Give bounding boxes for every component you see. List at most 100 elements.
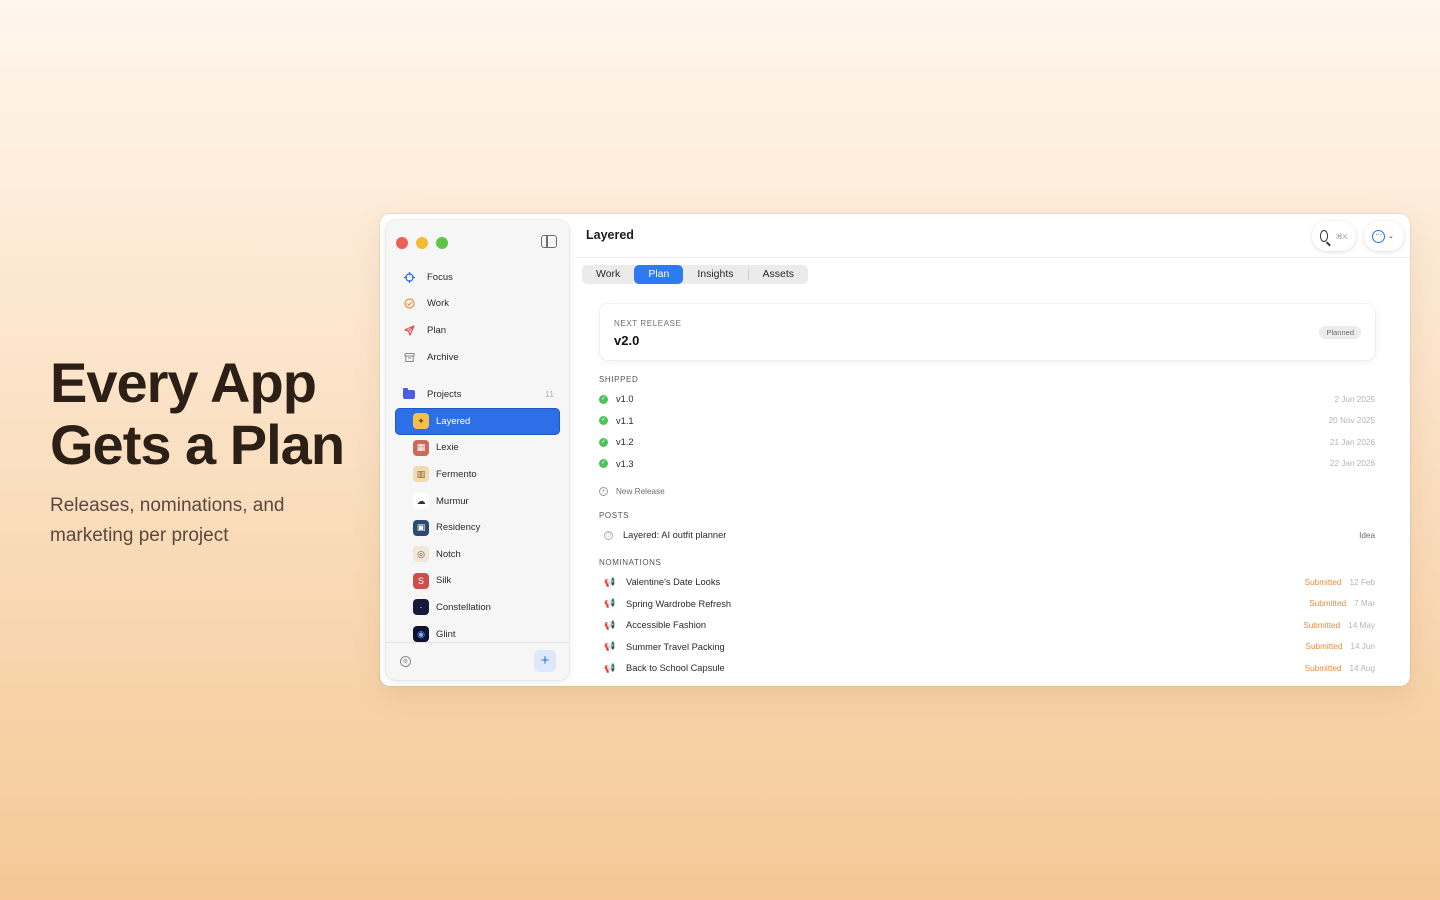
- release-date: 20 Nov 2025: [1328, 416, 1375, 425]
- projects-count: 11: [545, 389, 554, 399]
- project-item-lexie[interactable]: ▦ Lexie: [395, 435, 560, 462]
- tab-work[interactable]: Work: [582, 265, 634, 284]
- constellation-app-icon: ·: [413, 599, 429, 616]
- silk-app-icon: S: [413, 572, 429, 589]
- project-item-constellation[interactable]: · Constellation: [395, 594, 560, 621]
- sidebar-item-label: Archive: [427, 351, 459, 363]
- post-status: Idea: [1359, 530, 1375, 540]
- sidebar-item-work[interactable]: Work: [395, 291, 560, 318]
- nomination-row[interactable]: 📢 Back to School Capsule Submitted 14 Au…: [599, 658, 1375, 678]
- search-shortcut: ⌘K: [1335, 231, 1348, 241]
- project-item-layered[interactable]: ✦ Layered: [395, 408, 560, 435]
- tab-insights[interactable]: Insights: [683, 265, 747, 284]
- projects-header[interactable]: Projects 11: [395, 381, 560, 407]
- glint-app-icon: ◉: [413, 626, 429, 643]
- sidebar-item-label: Focus: [427, 271, 453, 283]
- zoom-window-button[interactable]: [436, 237, 448, 249]
- murmur-app-icon: ☁: [413, 493, 429, 510]
- next-release-card[interactable]: NEXT RELEASE v2.0 Planned: [600, 304, 1375, 360]
- folder-icon: [403, 387, 415, 399]
- sidebar-item-archive[interactable]: Archive: [395, 344, 560, 371]
- release-version: v1.0: [616, 394, 634, 404]
- main-panel: Layered ⌘K ··· ⌄ Work Plan Insights Asse…: [575, 214, 1410, 686]
- hero-subtitle: Releases, nominations, and marketing per…: [50, 495, 285, 546]
- check-icon: ✓: [599, 459, 608, 468]
- nomination-status: Submitted: [1304, 663, 1342, 673]
- nomination-status: Submitted: [1304, 577, 1342, 587]
- project-label: Layered: [436, 415, 471, 427]
- nomination-title: Accessible Fashion: [626, 620, 707, 630]
- nominations-section-label: NOMINATIONS: [599, 558, 662, 567]
- shipped-release-row[interactable]: ✓ v1.2 21 Jan 2026: [599, 432, 1375, 452]
- tab-plan[interactable]: Plan: [634, 265, 684, 284]
- sidebar-nav: Focus Work Plan Archive: [395, 264, 560, 370]
- project-label: Constellation: [436, 601, 491, 613]
- plan-content: NEXT RELEASE v2.0 Planned SHIPPED ✓ v1.0…: [583, 294, 1390, 686]
- sidebar-toggle-icon[interactable]: [541, 235, 557, 248]
- project-item-fermento[interactable]: ▥ Fermento: [395, 461, 560, 488]
- project-label: Lexie: [436, 442, 459, 454]
- check-icon: ✓: [599, 394, 608, 404]
- megaphone-icon: 📢: [604, 598, 616, 608]
- ellipsis-circle-icon: ···: [1372, 229, 1385, 243]
- notch-app-icon: ◎: [413, 546, 429, 563]
- shipped-section-label: SHIPPED: [599, 375, 639, 384]
- hero-title: Every App Gets a Plan: [50, 351, 345, 476]
- titlebar: Layered ⌘K ··· ⌄: [575, 214, 1410, 258]
- search-button[interactable]: ⌘K: [1312, 221, 1356, 251]
- projects-label: Projects: [427, 388, 462, 400]
- nomination-status: Submitted: [1305, 642, 1343, 651]
- plus-circle-icon: +: [599, 486, 608, 496]
- project-label: Silk: [436, 575, 452, 587]
- sidebar-item-label: Work: [427, 298, 449, 310]
- nomination-date: 14 Aug: [1349, 663, 1376, 673]
- posts-section-label: POSTS: [599, 511, 630, 520]
- nomination-row[interactable]: 📢 Summer Travel Packing Submitted 14 Jun: [599, 637, 1375, 657]
- project-item-silk[interactable]: S Silk: [395, 568, 560, 595]
- sidebar: Focus Work Plan Archive Projects 11 ✦ La…: [386, 220, 569, 680]
- new-release-button[interactable]: + New Release: [599, 481, 1375, 501]
- sidebar-item-plan[interactable]: Plan: [395, 317, 560, 344]
- shipped-release-row[interactable]: ✓ v1.3 22 Jan 2026: [599, 454, 1375, 474]
- project-item-residency[interactable]: ▣ Residency: [395, 514, 560, 541]
- project-item-murmur[interactable]: ☁ Murmur: [395, 488, 560, 515]
- nomination-row[interactable]: 📢 Accessible Fashion Submitted 14 May: [599, 615, 1375, 635]
- fermento-app-icon: ▥: [413, 466, 429, 483]
- nomination-title: Summer Travel Packing: [626, 641, 725, 652]
- shipped-release-row[interactable]: ✓ v1.1 20 Nov 2025: [599, 411, 1375, 431]
- close-window-button[interactable]: [396, 237, 408, 249]
- post-row[interactable]: ◷ Layered: AI outfit planner Idea: [599, 525, 1375, 545]
- project-list: ✦ Layered ▦ Lexie ▥ Fermento ☁ Murmur ▣ …: [395, 408, 560, 647]
- post-title: Layered: AI outfit planner: [623, 530, 727, 540]
- check-icon: ✓: [599, 437, 608, 447]
- shipped-release-row[interactable]: ✓ v1.0 2 Jun 2025: [599, 389, 1375, 409]
- crosshair-icon: [403, 271, 415, 283]
- status-badge: Planned: [1319, 326, 1361, 339]
- settings-icon[interactable]: ⚙: [400, 656, 411, 667]
- nomination-date: 7 Mar: [1354, 599, 1375, 608]
- project-label: Residency: [436, 522, 481, 534]
- paper-plane-icon: [403, 324, 415, 336]
- more-menu-button[interactable]: ··· ⌄: [1364, 221, 1404, 251]
- nomination-status: Submitted: [1309, 599, 1347, 608]
- archive-box-icon: [403, 351, 415, 363]
- clock-icon: ◷: [604, 530, 613, 540]
- add-project-button[interactable]: +: [534, 650, 556, 672]
- search-icon: [1320, 230, 1329, 242]
- nomination-title: Spring Wardrobe Refresh: [626, 598, 732, 609]
- lexie-app-icon: ▦: [413, 439, 429, 456]
- megaphone-icon: 📢: [604, 619, 616, 630]
- tab-assets[interactable]: Assets: [749, 265, 809, 284]
- release-date: 22 Jan 2026: [1329, 459, 1375, 468]
- minimize-window-button[interactable]: [416, 237, 428, 249]
- chevron-down-icon: ⌄: [1388, 233, 1394, 240]
- sidebar-item-label: Plan: [427, 324, 447, 336]
- check-icon: ✓: [599, 416, 608, 425]
- project-item-notch[interactable]: ◎ Notch: [395, 541, 560, 568]
- release-date: 2 Jun 2025: [1334, 394, 1375, 404]
- sidebar-item-focus[interactable]: Focus: [395, 264, 560, 291]
- nomination-row[interactable]: 📢 Valentine's Date Looks Submitted 12 Fe…: [599, 572, 1375, 592]
- tab-bar: Work Plan Insights Assets: [582, 265, 809, 284]
- nomination-row[interactable]: 📢 Spring Wardrobe Refresh Submitted 7 Ma…: [599, 594, 1375, 614]
- check-circle-icon: [403, 298, 415, 310]
